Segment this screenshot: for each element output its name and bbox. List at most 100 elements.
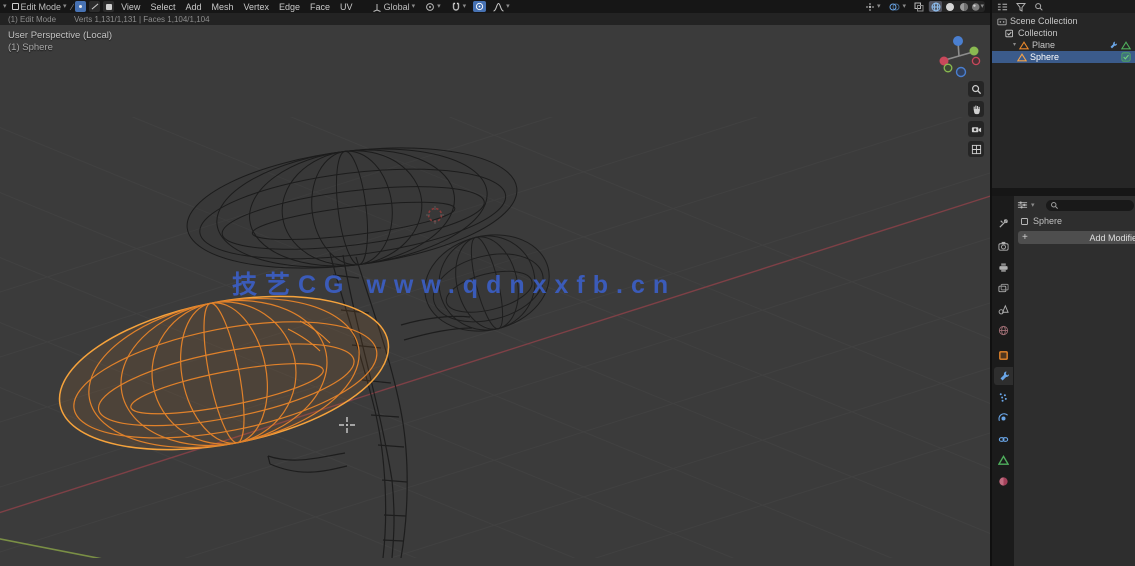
- show-gizmo-dropdown[interactable]: ▾: [862, 1, 884, 13]
- properties-content: ▾ Sphere + Add Modifier: [1014, 196, 1135, 566]
- tab-object[interactable]: [994, 346, 1013, 364]
- shading-rendered-button[interactable]: ▾: [971, 1, 984, 12]
- 3d-viewport[interactable]: User Perspective (Local) (1) Sphere 技艺CG…: [0, 25, 990, 558]
- mode-dropdown[interactable]: Edit Mode ▾: [9, 1, 70, 13]
- chevron-down-icon: ▾: [63, 3, 67, 10]
- menu-mesh[interactable]: Mesh: [207, 1, 237, 13]
- ortho-grid-icon: [971, 144, 981, 154]
- tab-object-data[interactable]: [994, 451, 1013, 469]
- outliner-row-collection[interactable]: Collection: [992, 27, 1135, 39]
- properties-editor-icon[interactable]: [1017, 200, 1028, 210]
- orientation-label: Global: [383, 1, 410, 12]
- modifier-wrench-icon[interactable]: [1108, 40, 1118, 50]
- edge-select-button[interactable]: [89, 1, 101, 12]
- z-axis-handle[interactable]: [953, 36, 963, 46]
- tab-output[interactable]: [994, 258, 1013, 276]
- right-panel: Scene Collection Collection ▾ Plane Sphe…: [990, 0, 1135, 566]
- menu-edge[interactable]: Edge: [275, 1, 304, 13]
- view-layer-icon: [998, 283, 1009, 292]
- menu-face[interactable]: Face: [306, 1, 334, 13]
- collection-icon: [1005, 29, 1013, 37]
- face-icon: [105, 3, 112, 10]
- tab-view-layer[interactable]: [994, 279, 1013, 297]
- outliner-row-sphere[interactable]: Sphere: [992, 51, 1135, 63]
- menu-uv[interactable]: UV: [336, 1, 357, 13]
- tab-world[interactable]: [994, 321, 1013, 339]
- properties-header: ▾: [1014, 196, 1135, 214]
- tab-material[interactable]: [994, 472, 1013, 490]
- tab-particles[interactable]: [994, 388, 1013, 406]
- tab-render[interactable]: [994, 237, 1013, 255]
- row-label: Scene Collection: [1010, 16, 1078, 26]
- tab-scene[interactable]: [994, 300, 1013, 318]
- viewport-text-overlay: User Perspective (Local) (1) Sphere: [8, 30, 112, 54]
- camera-view-button[interactable]: [968, 121, 984, 137]
- outliner-header: [992, 0, 1135, 13]
- search-icon[interactable]: [1034, 2, 1044, 12]
- magnifier-icon: [971, 84, 981, 94]
- shading-mode-group: ▾: [928, 1, 985, 12]
- menu-view[interactable]: View: [117, 1, 144, 13]
- mesh-object-icon: [1019, 40, 1030, 49]
- physics-icon: [998, 412, 1009, 421]
- add-modifier-button[interactable]: + Add Modifier: [1018, 231, 1135, 244]
- proportional-editing-icon: [476, 2, 484, 11]
- mesh-data-check-icon[interactable]: [1121, 52, 1131, 62]
- filter-funnel-icon[interactable]: [1016, 2, 1026, 12]
- wireframe-shading-icon: [931, 2, 940, 11]
- vertex-icon: [79, 5, 83, 8]
- breadcrumb-object-name[interactable]: Sphere: [1033, 216, 1062, 226]
- proportional-falloff-dropdown[interactable]: ▾: [490, 1, 513, 13]
- snap-magnet-icon: [452, 2, 459, 11]
- y-neg-axis-handle[interactable]: [943, 63, 953, 73]
- x-neg-axis-handle[interactable]: [971, 56, 981, 66]
- mesh-data-icon[interactable]: [1121, 40, 1131, 50]
- tab-constraints[interactable]: [994, 430, 1013, 448]
- shading-wireframe-button[interactable]: [929, 1, 942, 12]
- mode-label: Edit Mode: [20, 1, 62, 12]
- outliner-editor-icon[interactable]: [997, 2, 1008, 12]
- breadcrumb: Sphere: [1014, 214, 1135, 228]
- outliner-row-scene-collection[interactable]: Scene Collection: [992, 15, 1135, 27]
- proportional-editing-toggle[interactable]: [473, 1, 487, 12]
- z-neg-axis-handle[interactable]: [955, 66, 967, 78]
- scene-icon: [998, 304, 1009, 314]
- zoom-button[interactable]: [968, 81, 984, 97]
- viewport-header: ▾ Edit Mode ▾ ∕ View Select Add Mesh Ver…: [0, 0, 990, 13]
- navigation-gizmo[interactable]: [936, 33, 982, 79]
- outliner-row-plane[interactable]: ▾ Plane: [992, 39, 1135, 51]
- search-icon: [1051, 201, 1058, 209]
- slash-separator: ∕: [71, 1, 74, 12]
- y-axis-handle[interactable]: [969, 46, 979, 56]
- toggle-ortho-button[interactable]: [968, 141, 984, 157]
- xray-toggle[interactable]: [912, 1, 925, 12]
- vertex-select-button[interactable]: [75, 1, 87, 12]
- menu-select[interactable]: Select: [146, 1, 179, 13]
- shading-material-button[interactable]: [957, 1, 970, 12]
- blender-window: ▾ Edit Mode ▾ ∕ View Select Add Mesh Ver…: [0, 0, 1135, 566]
- snap-dropdown[interactable]: ▾: [448, 1, 470, 13]
- tab-physics[interactable]: [994, 409, 1013, 427]
- editor-type-chevron-icon[interactable]: ▾: [3, 3, 7, 10]
- watermark-text: 技艺CG www.qdnxxfb.cn: [232, 271, 677, 299]
- solid-shading-icon: [945, 2, 954, 11]
- expand-chevron-icon[interactable]: ▾: [1013, 42, 1016, 48]
- pan-button[interactable]: [968, 101, 984, 117]
- output-printer-icon: [999, 262, 1008, 272]
- render-camera-icon: [998, 241, 1009, 251]
- pivot-point-dropdown[interactable]: ▾: [422, 1, 444, 13]
- menu-vertex[interactable]: Vertex: [239, 1, 273, 13]
- orientation-dropdown[interactable]: Global ▾: [369, 1, 419, 13]
- orientation-axes-icon: [372, 3, 381, 12]
- tab-modifiers[interactable]: [994, 367, 1013, 385]
- tab-tool[interactable]: [994, 214, 1013, 232]
- properties-search-field[interactable]: [1046, 199, 1134, 211]
- xray-icon: [914, 2, 923, 11]
- face-select-button[interactable]: [103, 1, 115, 12]
- mushroom-cap-selected[interactable]: [47, 271, 402, 474]
- material-icon: [999, 476, 1008, 486]
- show-overlays-dropdown[interactable]: ▾: [886, 1, 909, 13]
- shading-solid-button[interactable]: [943, 1, 956, 12]
- modifier-wrench-icon: [1000, 371, 1009, 381]
- menu-add[interactable]: Add: [181, 1, 205, 13]
